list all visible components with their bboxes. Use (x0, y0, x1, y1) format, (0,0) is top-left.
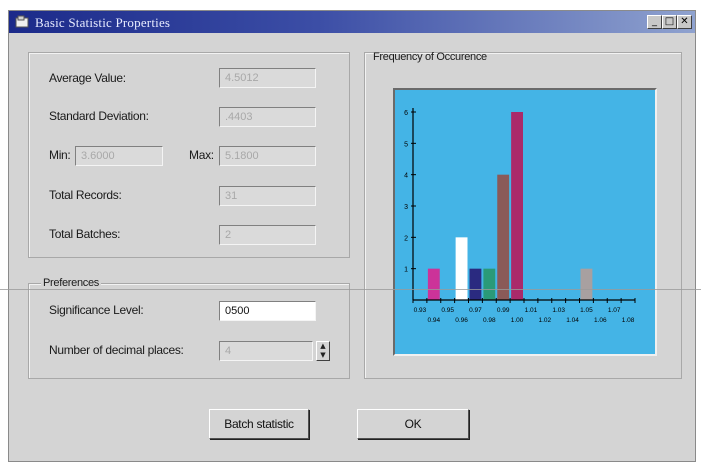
chart-bar (580, 268, 593, 300)
batch-statistic-button[interactable]: Batch statistic (209, 409, 309, 439)
decimal-places-input[interactable]: 4 (219, 341, 313, 361)
scan-artifact-line (0, 289, 701, 290)
chart-svg: 1 2 3 4 5 6 0.93 0.95 0.97 0.99 1.01 1.03 1.05 1.07 0.… (404, 108, 636, 324)
x-tick-label: 1.05 (580, 307, 593, 314)
y-tick-label: 1 (404, 267, 408, 274)
maximize-button[interactable]: □ (662, 15, 677, 29)
x-tick-label: 1.07 (608, 307, 621, 314)
spin-up-icon[interactable]: ▲ (317, 342, 329, 351)
significance-input[interactable]: 0500 (219, 301, 316, 321)
x-tick-label: 0.94 (427, 317, 440, 324)
window-title: Basic Statistic Properties (35, 15, 171, 30)
total-records-field: 31 (219, 186, 316, 206)
chart-bar (455, 237, 468, 300)
y-tick-label: 3 (404, 204, 408, 211)
preferences-group (28, 283, 350, 379)
decimal-places-spinner[interactable]: ▲ ▼ (316, 341, 330, 361)
preferences-group-label: Preferences (41, 277, 102, 289)
total-batches-field: 2 (219, 225, 316, 245)
x-tick-label: 1.01 (525, 307, 538, 314)
chart-title: Frequency of Occurence (373, 51, 487, 63)
average-label: Average Value: (49, 71, 126, 85)
min-field: 3.6000 (75, 146, 163, 166)
x-tick-label: 0.99 (497, 307, 510, 314)
x-tick-label: 1.08 (622, 317, 635, 324)
x-tick-label: 1.06 (594, 317, 607, 324)
minimize-button[interactable]: _ (647, 15, 662, 29)
x-tick-label: 1.02 (538, 317, 551, 324)
chart-bar (427, 268, 440, 300)
decimal-places-label: Number of decimal places: (49, 343, 184, 357)
x-tick-label: 0.96 (455, 317, 468, 324)
title-bar[interactable]: Basic Statistic Properties _ □ ✕ (9, 11, 695, 33)
x-tick-label: 0.95 (441, 307, 454, 314)
frequency-chart: 1 2 3 4 5 6 0.93 0.95 0.97 0.99 1.01 1.03 1.05 1.07 0.… (393, 88, 657, 356)
std-deviation-field: .4403 (219, 107, 316, 127)
std-deviation-label: Standard Deviation: (49, 109, 149, 123)
average-field: 4.5012 (219, 68, 316, 88)
chart-bar (469, 268, 482, 300)
max-label: Max: (189, 148, 214, 162)
total-records-label: Total Records: (49, 188, 122, 202)
chart-bar (497, 174, 510, 300)
min-label: Min: (49, 148, 71, 162)
y-tick-label: 6 (404, 110, 408, 117)
x-tick-label: 0.98 (483, 317, 496, 324)
chart-bar (483, 268, 496, 300)
total-batches-label: Total Batches: (49, 227, 121, 241)
max-field: 5.1800 (219, 146, 316, 166)
y-tick-label: 5 (404, 141, 408, 148)
ok-button[interactable]: OK (357, 409, 469, 439)
spin-down-icon[interactable]: ▼ (317, 351, 329, 360)
x-tick-label: 0.93 (414, 307, 427, 314)
y-tick-label: 4 (404, 173, 408, 180)
x-tick-label: 1.03 (552, 307, 565, 314)
chart-bar (511, 112, 523, 300)
x-tick-label: 1.00 (511, 317, 524, 324)
dialog-window: Basic Statistic Properties _ □ ✕ Average… (8, 10, 696, 462)
x-tick-label: 0.97 (469, 307, 482, 314)
significance-label: Significance Level: (49, 303, 144, 317)
x-tick-label: 1.04 (566, 317, 579, 324)
app-icon (15, 15, 29, 28)
close-button[interactable]: ✕ (677, 15, 692, 29)
y-tick-label: 2 (404, 235, 408, 242)
